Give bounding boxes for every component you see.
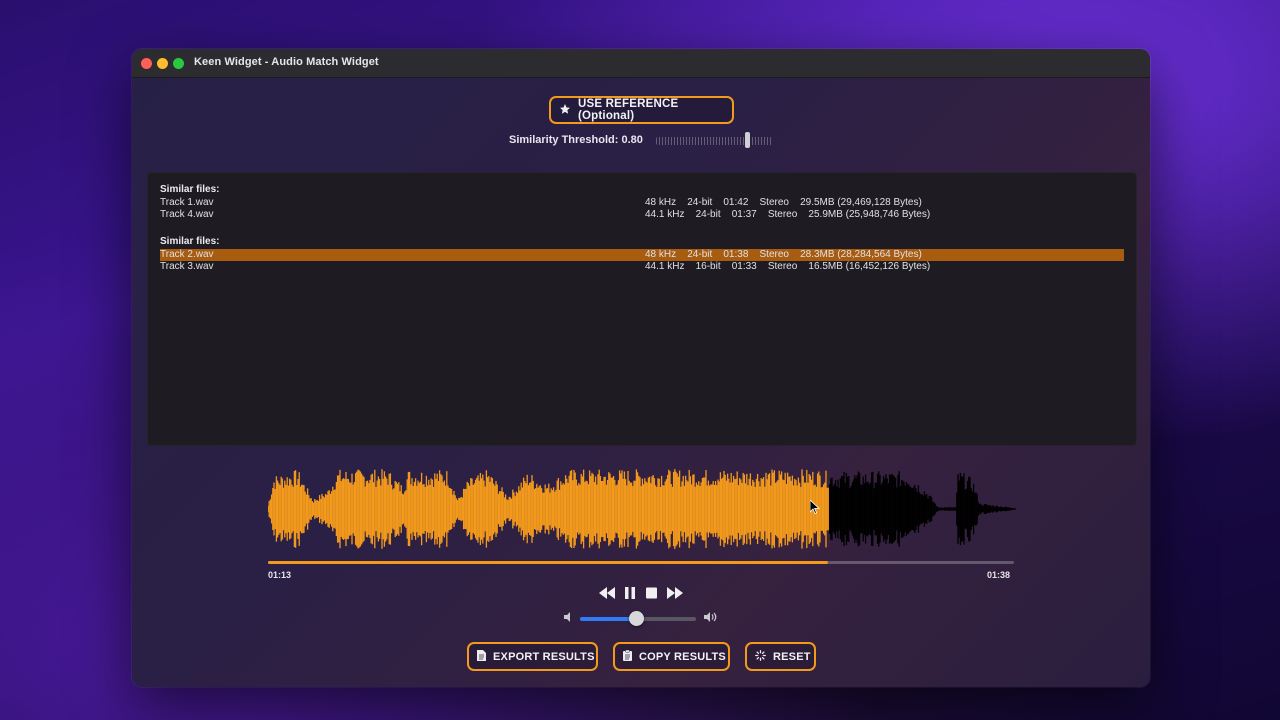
file-info: 48 kHz 24-bit 01:38 Stereo 28.3MB (28,28… — [645, 249, 922, 260]
file-row[interactable]: Track 1.wav 48 kHz 24-bit 01:42 Stereo 2… — [160, 197, 1124, 209]
stop-button[interactable] — [646, 586, 657, 602]
file-row[interactable]: Track 3.wav 44.1 kHz 16-bit 01:33 Stereo… — [160, 261, 1124, 273]
app-window: Keen Widget - Audio Match Widget USE REF… — [132, 49, 1150, 687]
window-title: Keen Widget - Audio Match Widget — [194, 56, 379, 68]
file-row[interactable]: Track 4.wav 44.1 kHz 24-bit 01:37 Stereo… — [160, 209, 1124, 221]
volume-slider-handle[interactable] — [629, 611, 644, 626]
file-info: 44.1 kHz 24-bit 01:37 Stereo 25.9MB (25,… — [645, 209, 931, 220]
rewind-icon — [599, 586, 615, 602]
close-window-button[interactable] — [141, 58, 152, 69]
current-time: 01:13 — [268, 570, 292, 580]
file-name: Track 1.wav — [160, 197, 214, 208]
pause-button[interactable] — [625, 586, 635, 602]
star-icon — [559, 103, 571, 118]
fast-forward-icon — [667, 586, 683, 602]
threshold-slider-handle[interactable] — [745, 132, 750, 148]
copy-results-label: COPY RESULTS — [639, 650, 726, 663]
file-name: Track 4.wav — [160, 209, 214, 220]
playback-progress-fill — [268, 561, 828, 564]
total-time: 01:38 — [987, 570, 1011, 580]
zoom-window-button[interactable] — [173, 58, 184, 69]
pause-icon — [625, 586, 635, 602]
file-row-selected[interactable]: Track 2.wav 48 kHz 24-bit 01:38 Stereo 2… — [160, 249, 1124, 261]
volume-low-icon — [564, 612, 574, 625]
file-name: Track 3.wav — [160, 261, 214, 272]
rewind-button[interactable] — [599, 586, 615, 602]
threshold-label: Similarity Threshold: 0.80 — [509, 134, 643, 146]
file-info: 48 kHz 24-bit 01:42 Stereo 29.5MB (29,46… — [645, 197, 922, 208]
mouse-pointer — [809, 499, 821, 519]
export-results-button[interactable]: EXPORT RESULTS — [467, 642, 598, 671]
spinner-icon — [755, 649, 766, 664]
group-heading: Similar files: — [160, 236, 220, 247]
stop-icon — [646, 586, 657, 602]
results-list: Similar files: Track 1.wav 48 kHz 24-bit… — [147, 172, 1137, 446]
group-heading: Similar files: — [160, 184, 220, 195]
use-reference-button[interactable]: USE REFERENCE (Optional) — [549, 96, 734, 124]
waveform[interactable] — [268, 469, 1016, 555]
minimize-window-button[interactable] — [157, 58, 168, 69]
file-name: Track 2.wav — [160, 249, 214, 260]
use-reference-label: USE REFERENCE (Optional) — [578, 98, 679, 122]
copy-results-button[interactable]: COPY RESULTS — [613, 642, 730, 671]
playback-progress-bar[interactable] — [268, 561, 1014, 564]
file-info: 44.1 kHz 16-bit 01:33 Stereo 16.5MB (16,… — [645, 261, 931, 272]
reset-button[interactable]: RESET — [745, 642, 816, 671]
clipboard-icon — [623, 649, 632, 664]
threshold-slider[interactable] — [656, 137, 772, 145]
document-icon — [477, 649, 486, 664]
title-bar: Keen Widget - Audio Match Widget — [132, 49, 1150, 78]
reset-label: RESET — [773, 650, 811, 663]
export-results-label: EXPORT RESULTS — [493, 650, 595, 663]
volume-high-icon — [704, 612, 718, 625]
fast-forward-button[interactable] — [667, 586, 683, 602]
